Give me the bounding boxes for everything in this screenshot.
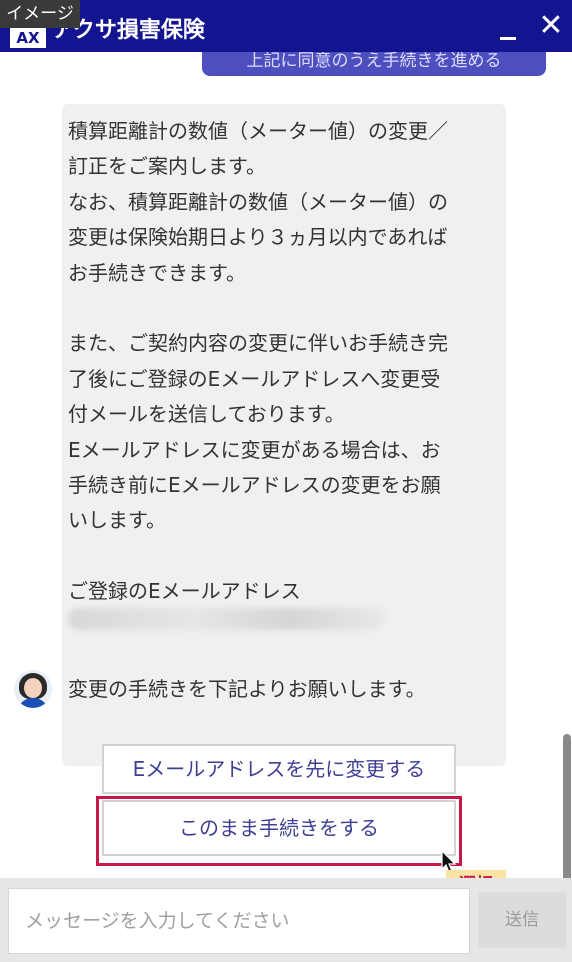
user-message-text: 上記に同意のうえ手続きを進める — [246, 52, 502, 71]
select-annotation: 選択 — [446, 870, 506, 878]
close-icon[interactable]: ✕ — [536, 8, 566, 44]
chat-header: AX アクサ損害保険 ✕ — [0, 0, 572, 52]
bot-message-last: 変更の手続きを下記よりお願いします。 — [68, 677, 426, 701]
change-email-first-button[interactable]: Eメールアドレスを先に変更する — [102, 744, 456, 794]
chat-scrollbar[interactable] — [563, 734, 571, 878]
registered-email-blurred — [68, 608, 384, 630]
send-button[interactable]: 送信 — [478, 892, 566, 948]
message-input[interactable]: メッセージを入力してください — [8, 888, 470, 954]
selection-highlight — [96, 796, 462, 866]
axa-logo: AX — [10, 28, 46, 48]
chat-area[interactable]: 上記に同意のうえ手続きを進める 積算距離計の数値（メーター値）の変更／ 訂正をご… — [0, 52, 572, 878]
minimize-icon[interactable] — [496, 16, 522, 44]
operator-avatar — [14, 670, 52, 708]
bot-message-text: 積算距離計の数値（メーター値）の変更／ 訂正をご案内します。 なお、積算距離計の… — [68, 119, 448, 604]
image-badge: イメージ — [0, 0, 80, 28]
user-message-bubble: 上記に同意のうえ手続きを進める — [202, 52, 546, 76]
